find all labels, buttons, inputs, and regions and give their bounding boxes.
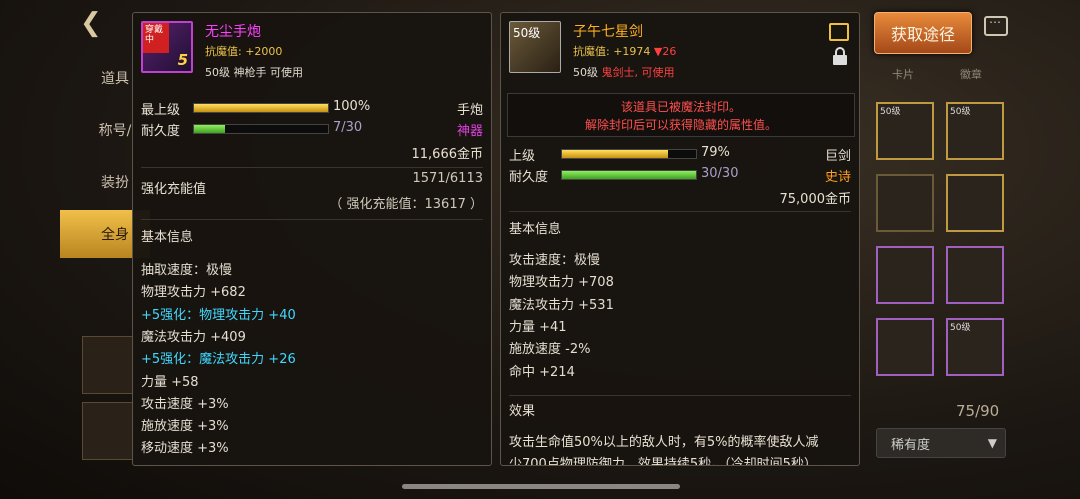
seal-notice: 该道具已被魔法封印。 解除封印后可以获得隐藏的属性值。 xyxy=(507,93,855,137)
rarity-select-value: 稀有度 xyxy=(891,437,931,453)
stat-line: 命中 +214 xyxy=(509,364,575,380)
chat-icon[interactable] xyxy=(984,12,1008,36)
effect-line-1: 攻击生命值50%以上的敌人时，有5%的概率使敌人减 xyxy=(509,435,819,450)
left-tile-2[interactable] xyxy=(82,402,134,460)
grade-label: 上级 xyxy=(509,149,536,164)
tab-cards[interactable]: 卡片 xyxy=(892,66,914,82)
price: 11,666金币 xyxy=(411,147,484,162)
get-route-button[interactable]: 获取途径 xyxy=(874,12,972,54)
seal-line-2: 解除封印后可以获得隐藏的属性值。 xyxy=(584,118,777,132)
inventory-slot[interactable] xyxy=(946,174,1004,232)
share-icon[interactable] xyxy=(829,23,849,41)
stat-line: 抽取速度：极慢 xyxy=(141,263,233,278)
anti-magic-value: 抗魔值: +1974 xyxy=(573,45,651,58)
item-level-badge: 50级 xyxy=(513,26,541,40)
stat-line: 力量 +58 xyxy=(141,374,199,390)
inventory-slot[interactable] xyxy=(876,246,934,304)
tooltip-equipped-item: 穿戴中 5 无尘手炮 抗魔值: +2000 50级 神枪手 可使用 最上级 10… xyxy=(132,12,492,466)
item-name: 无尘手炮 xyxy=(205,24,261,40)
weapon-icon: 穿戴中 5 xyxy=(141,21,193,73)
stat-line: 施放速度 +3% xyxy=(141,419,229,435)
amp-total: （ 强化充能值：13617 ） xyxy=(329,197,483,212)
inventory-slot[interactable] xyxy=(876,318,934,376)
stat-line: 攻击速度：极慢 xyxy=(509,253,601,268)
level-requirement: 50级 神枪手 可使用 xyxy=(205,66,303,79)
back-arrow-icon[interactable]: ❮ xyxy=(80,8,102,38)
rarity: 神器 xyxy=(456,124,483,139)
slot-level: 50级 xyxy=(950,323,971,333)
inventory-slot[interactable] xyxy=(876,174,934,232)
tab-badges[interactable]: 徽章 xyxy=(960,66,982,82)
durability-bar xyxy=(193,124,329,134)
weapon-type: 巨剑 xyxy=(824,149,851,164)
effect-heading: 效果 xyxy=(509,404,536,419)
rarity-select[interactable]: 稀有度 ▼ xyxy=(876,428,1006,458)
divider xyxy=(141,219,483,220)
equipped-tag: 穿戴中 xyxy=(143,23,169,53)
inventory-count: 75/90 xyxy=(956,402,1000,420)
durability-value: 30/30 xyxy=(701,166,739,181)
stat-line: 移动速度 +3% xyxy=(141,441,229,457)
durability-value: 7/30 xyxy=(333,120,363,135)
lock-icon[interactable] xyxy=(833,47,847,65)
stat-line: +5强化：魔法攻击力 +26 xyxy=(141,352,296,368)
anti-magic: 抗魔值: +1974 ▼26 xyxy=(573,43,676,59)
item-name: 子午七星剑 xyxy=(573,24,643,40)
grade-bar xyxy=(193,103,329,113)
amp-value: 1571/6113 xyxy=(412,171,483,186)
durability-bar xyxy=(561,170,697,180)
stat-line: 力量 +41 xyxy=(509,319,567,335)
enhance-level: 5 xyxy=(177,51,188,69)
durability-label: 耐久度 xyxy=(141,124,181,139)
inventory-slot[interactable] xyxy=(946,246,1004,304)
tooltip-compare-item: 50级 子午七星剑 抗魔值: +1974 ▼26 50级 鬼剑士, 可使用 该道… xyxy=(500,12,860,466)
divider xyxy=(509,211,851,212)
stat-line: 攻击速度 +3% xyxy=(141,396,229,412)
effect-line-2: 少700点物理防御力，效果持续5秒。（冷却时间5秒） xyxy=(509,457,817,466)
grade-percent: 100% xyxy=(333,99,371,114)
grade-percent: 79% xyxy=(701,145,730,160)
left-tile-1[interactable] xyxy=(82,336,134,394)
stat-line: 魔法攻击力 +409 xyxy=(141,329,246,345)
level-req-class: 鬼剑士, 可使用 xyxy=(601,66,675,79)
stat-line: +5强化：物理攻击力 +40 xyxy=(141,307,296,323)
seal-line-1: 该道具已被魔法封印。 xyxy=(620,100,741,114)
inventory-slot[interactable]: 50级 xyxy=(876,102,934,160)
sword-icon: 50级 xyxy=(509,21,561,73)
level-requirement: 50级 鬼剑士, 可使用 xyxy=(573,64,675,80)
home-indicator[interactable] xyxy=(402,484,680,489)
price: 75,000金币 xyxy=(779,192,852,207)
chevron-down-icon: ▼ xyxy=(987,436,997,450)
weapon-type: 手炮 xyxy=(456,103,483,118)
amp-label: 强化充能值 xyxy=(141,182,207,197)
grade-bar xyxy=(561,149,697,159)
basic-info-heading: 基本信息 xyxy=(141,230,194,245)
inventory-slot[interactable]: 50级 xyxy=(946,318,1004,376)
rarity: 史诗 xyxy=(824,170,851,185)
anti-magic: 抗魔值: +2000 xyxy=(205,45,283,58)
stat-line: 魔法攻击力 +531 xyxy=(509,297,614,313)
divider xyxy=(509,395,851,396)
stat-line: 物理攻击力 +682 xyxy=(141,285,246,301)
slot-level: 50级 xyxy=(950,107,971,117)
grade-label: 最上级 xyxy=(141,103,181,118)
basic-info-heading: 基本信息 xyxy=(509,222,562,237)
level-req-level: 50级 xyxy=(573,66,598,79)
anti-magic-diff: ▼26 xyxy=(653,45,677,58)
durability-label: 耐久度 xyxy=(509,170,549,185)
stat-line: 施放速度 -2% xyxy=(509,342,591,358)
slot-level: 50级 xyxy=(880,107,901,117)
inventory-slot[interactable]: 50级 xyxy=(946,102,1004,160)
divider xyxy=(141,167,483,168)
stat-line: 物理攻击力 +708 xyxy=(509,275,614,291)
inventory-tabs: 卡片 徽章 xyxy=(860,60,1080,86)
